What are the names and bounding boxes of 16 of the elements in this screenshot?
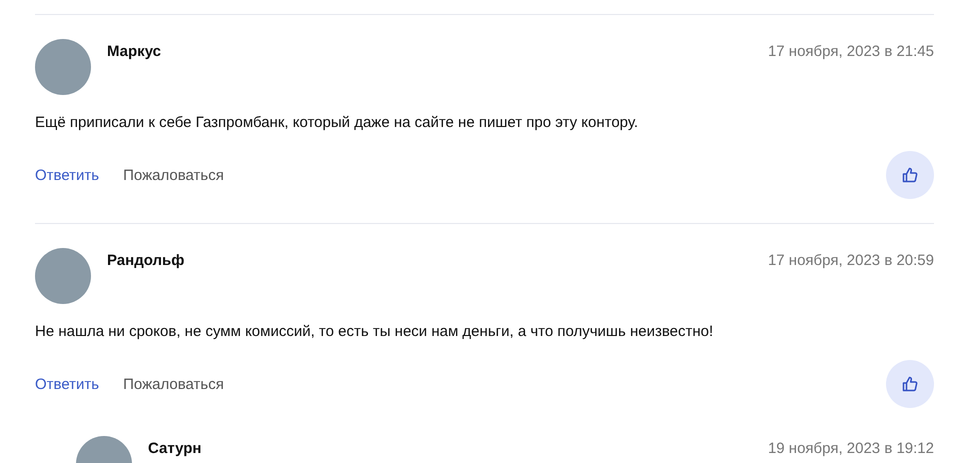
- comment-text: Не нашла ни сроков, не сумм комиссий, то есть ты неси нам деньги, а что получишь неизвестно!: [35, 323, 714, 341]
- comment-date: 19 ноября, 2023 в 19:12: [768, 440, 934, 457]
- reply-link[interactable]: Ответить: [35, 166, 100, 184]
- report-link[interactable]: Пожаловаться: [123, 166, 224, 184]
- like-button[interactable]: [886, 360, 934, 408]
- reply-link[interactable]: Ответить: [35, 376, 100, 392]
- report-link[interactable]: Пожаловаться: [123, 376, 224, 392]
- author-name: Маркус: [107, 43, 162, 60]
- comment-date: 17 ноября, 2023 в 20:59: [768, 252, 934, 269]
- thumbs-up-icon: [902, 376, 918, 392]
- author-name: Рандольф: [107, 252, 186, 269]
- comment-text: Ещё приписали к себе Газпромбанк, который даже на сайте не пишет про эту контору.: [35, 114, 640, 132]
- author-name: Сатурн: [148, 440, 202, 457]
- thumbs-up-icon: [902, 167, 918, 183]
- comment-date: 17 ноября, 2023 в 21:45: [768, 43, 934, 60]
- like-button[interactable]: [886, 151, 934, 199]
